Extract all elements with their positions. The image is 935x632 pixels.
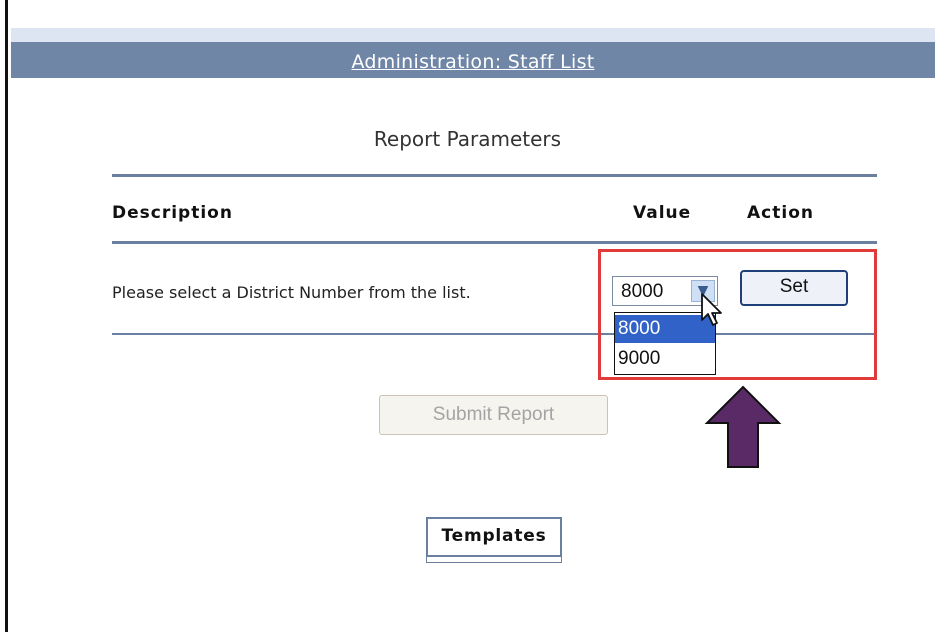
column-header-action: Action bbox=[747, 203, 814, 223]
templates-underline bbox=[426, 557, 562, 563]
top-strip bbox=[11, 28, 935, 42]
window-left-edge bbox=[0, 0, 8, 632]
value-action-highlight-box bbox=[598, 249, 877, 380]
column-header-description: Description bbox=[112, 203, 233, 223]
up-arrow-icon bbox=[704, 385, 782, 468]
row-description: Please select a District Number from the… bbox=[112, 283, 471, 302]
templates-tab[interactable]: Templates bbox=[426, 517, 562, 557]
submit-report-button[interactable]: Submit Report bbox=[379, 395, 608, 435]
table-top-divider bbox=[112, 174, 877, 177]
header-bar: Administration: Staff List bbox=[11, 42, 935, 78]
header-divider bbox=[112, 241, 877, 244]
report-title: Report Parameters bbox=[373, 127, 562, 151]
templates-label: Templates bbox=[441, 526, 547, 546]
page-title-link[interactable]: Administration: Staff List bbox=[11, 51, 935, 73]
column-header-value: Value bbox=[633, 203, 692, 223]
row-divider-left bbox=[112, 333, 614, 335]
